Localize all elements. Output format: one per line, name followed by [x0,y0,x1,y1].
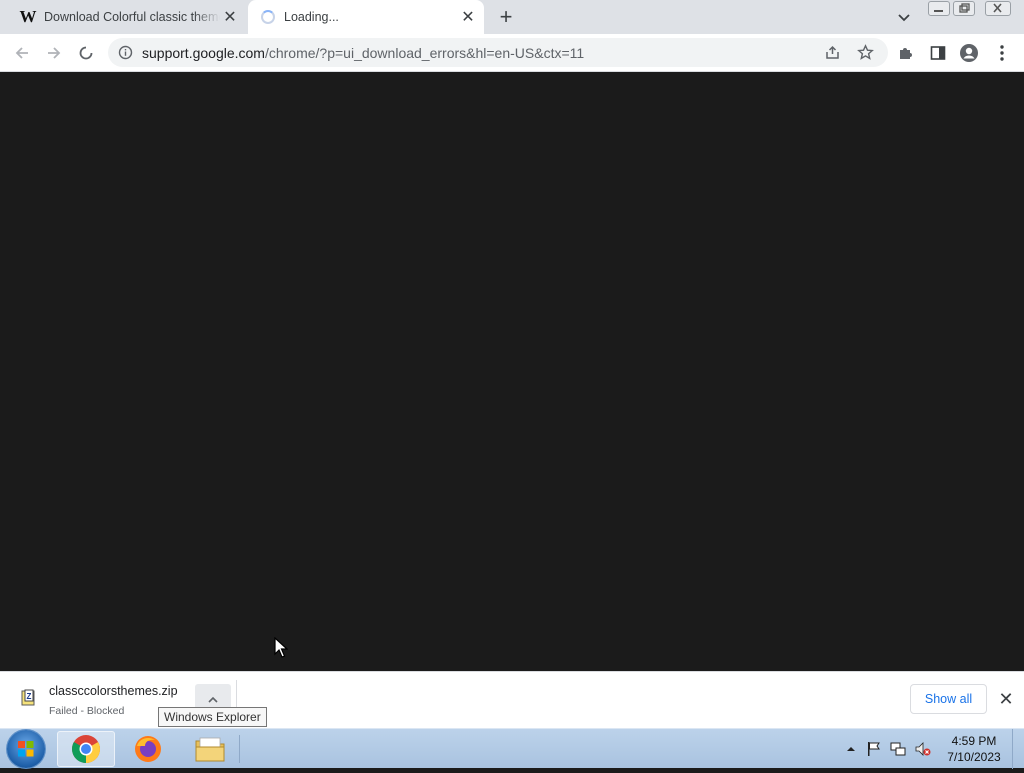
tab-title: Loading... [284,10,339,24]
chrome-menu-icon[interactable] [991,42,1013,64]
tab-search-chevron-icon[interactable] [894,8,914,28]
clock-time: 4:59 PM [951,734,997,748]
close-tab-icon[interactable]: ✕ [458,7,478,27]
show-hidden-icons-icon[interactable] [843,741,859,757]
svg-text:Z: Z [27,692,32,701]
download-shelf: Z classccolorsthemes.zip Failed - Blocke… [0,671,1024,729]
taskbar-chrome[interactable] [57,731,115,767]
download-status: Failed - Blocked [49,705,125,717]
show-desktop-button[interactable] [1012,729,1024,769]
loading-spinner-icon [260,9,276,25]
windows-taskbar: 4:59 PM 7/10/2023 [0,728,1024,769]
stop-loading-icon[interactable] [75,42,97,64]
tab-title: Download Colorful classic theme [44,10,220,24]
bookmark-star-icon[interactable] [857,44,874,61]
system-clock[interactable]: 4:59 PM 7/10/2023 [944,733,1004,765]
network-icon[interactable] [890,741,906,757]
chrome-icon [72,735,100,763]
close-tab-icon[interactable]: ✕ [220,7,240,27]
back-icon[interactable] [11,42,33,64]
w-logo-icon: W [19,7,37,26]
taskbar-firefox[interactable] [119,731,177,767]
zip-file-icon: Z [21,689,35,706]
window-close-button[interactable] [985,1,1011,16]
taskbar-divider [239,735,240,763]
show-all-downloads-button[interactable]: Show all [910,684,987,714]
start-button[interactable] [7,730,45,768]
address-bar[interactable]: support.google.com/chrome/?p=ui_download… [108,38,888,67]
profile-avatar-icon[interactable] [958,42,980,64]
windows-logo-icon [18,741,34,757]
download-filename[interactable]: classccolorsthemes.zip [49,684,178,698]
browser-toolbar: support.google.com/chrome/?p=ui_download… [0,34,1024,72]
forward-icon[interactable] [43,42,65,64]
taskbar-windows-explorer[interactable] [181,731,239,767]
mouse-cursor-icon [274,637,288,658]
close-download-shelf-icon[interactable]: ✕ [997,689,1015,709]
page-content-area[interactable] [0,72,1024,671]
share-icon[interactable] [824,44,841,61]
clock-date: 7/10/2023 [947,750,1001,764]
folder-icon [195,737,225,762]
restore-button[interactable] [953,1,975,16]
action-center-flag-icon[interactable] [866,741,882,757]
side-panel-icon[interactable] [927,42,949,64]
tab-strip: W Download Colorful classic theme ✕ Load… [0,0,1024,34]
site-info-icon[interactable] [118,45,133,60]
url-text: support.google.com/chrome/?p=ui_download… [142,45,585,61]
windows-explorer-tooltip: Windows Explorer [158,707,267,727]
new-tab-button[interactable]: + [494,4,518,29]
firefox-icon [135,736,161,762]
tab-loading[interactable]: Loading... ✕ [248,0,484,34]
extensions-puzzle-icon[interactable] [895,42,917,64]
minimize-button[interactable] [928,1,950,16]
volume-muted-icon[interactable] [915,741,931,757]
tab-download-colorful-themes[interactable]: W Download Colorful classic theme ✕ [8,0,246,34]
